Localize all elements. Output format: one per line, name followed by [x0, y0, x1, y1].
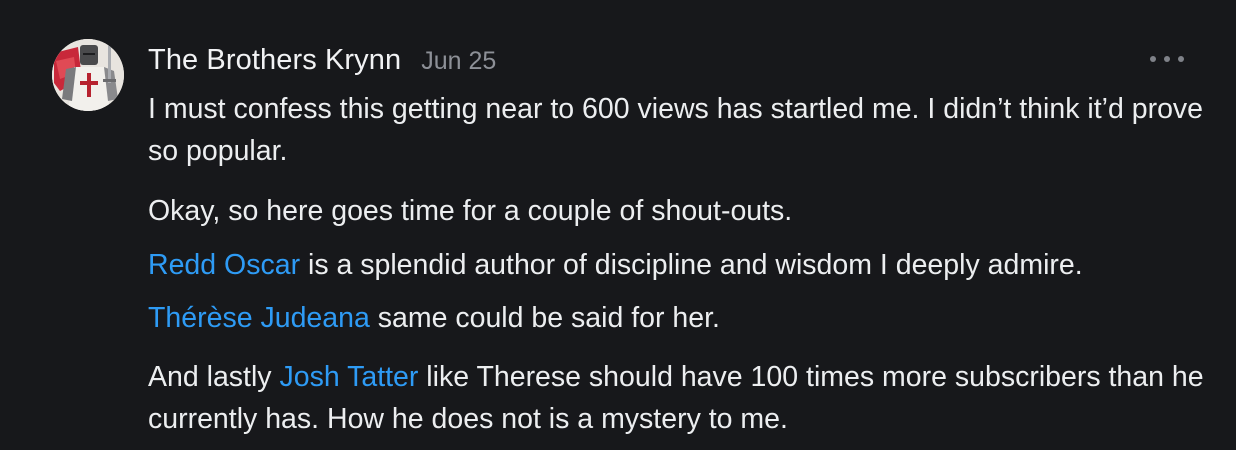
- comment-date[interactable]: Jun 25: [421, 47, 496, 76]
- paragraph-4: Thérèse Judeana same could be said for h…: [148, 297, 1208, 339]
- mention-therese-judeana[interactable]: Thérèse Judeana: [148, 302, 370, 334]
- mention-josh-tatter[interactable]: Josh Tatter: [279, 361, 418, 393]
- mention-redd-oscar[interactable]: Redd Oscar: [148, 249, 300, 281]
- ellipsis-icon: [1150, 56, 1156, 62]
- paragraph-4-text: same could be said for her.: [369, 302, 720, 334]
- paragraph-3: Redd Oscar is a splendid author of disci…: [148, 244, 1208, 286]
- paragraph-5-lead: And lastly: [148, 361, 280, 393]
- avatar-knight-image: [52, 39, 124, 111]
- more-options-button[interactable]: [1150, 50, 1184, 68]
- comment: The Brothers Krynn Jun 25 I must confess…: [0, 0, 1236, 450]
- paragraph-2: Okay, so here goes time for a couple of …: [148, 195, 793, 227]
- comment-header: The Brothers Krynn Jun 25: [148, 44, 496, 78]
- paragraph-1: I must confess this getting near to 600 …: [148, 93, 1204, 167]
- paragraph-3-text: is a splendid author of discipline and w…: [300, 249, 1083, 281]
- avatar[interactable]: [52, 39, 124, 111]
- ellipsis-icon-dot-2: [1164, 56, 1170, 62]
- ellipsis-icon-dot-3: [1178, 56, 1184, 62]
- author-name[interactable]: The Brothers Krynn: [148, 44, 401, 77]
- paragraph-5: And lastly Josh Tatter like Therese shou…: [148, 356, 1208, 440]
